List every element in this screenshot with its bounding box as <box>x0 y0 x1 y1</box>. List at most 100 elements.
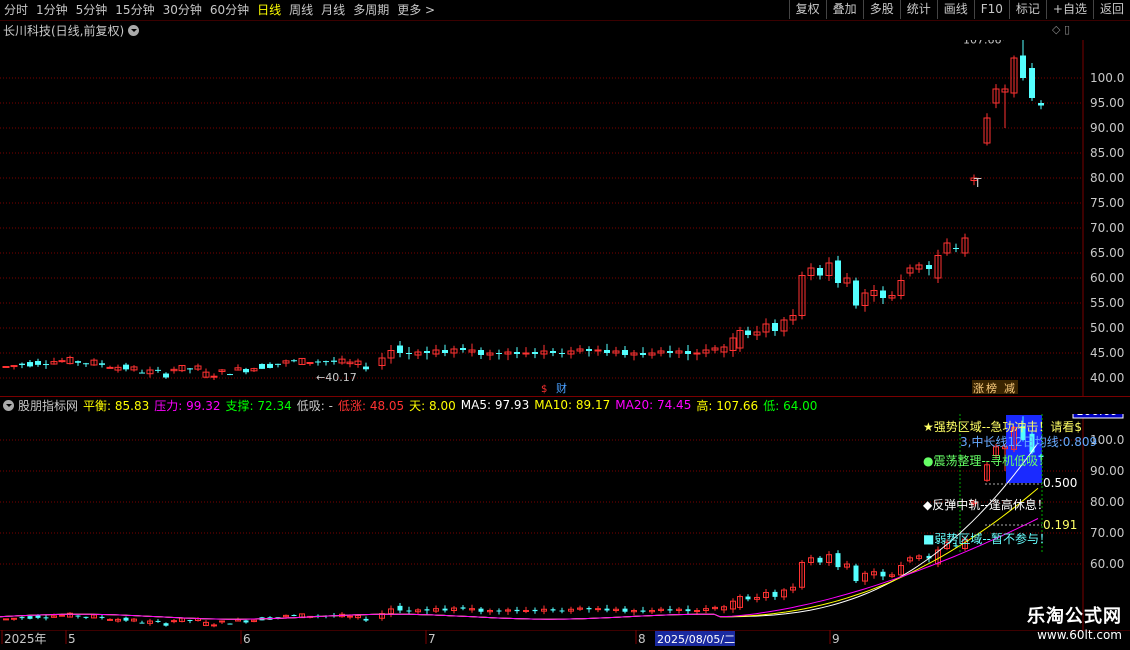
price-axis-label: 80.00 <box>1090 171 1124 185</box>
candle-body <box>19 363 25 366</box>
candle-body <box>243 620 249 623</box>
price-axis-label: 65.00 <box>1090 246 1124 260</box>
candle-body <box>559 610 565 612</box>
period-tab[interactable]: 更多 > <box>393 0 439 20</box>
candle-body <box>187 620 193 622</box>
finance-event-mark: 财 <box>556 381 567 395</box>
candle-body <box>772 591 778 597</box>
ma20-line <box>0 518 1039 620</box>
candle-body <box>604 350 610 353</box>
candle-body <box>640 610 646 612</box>
candle-body <box>745 596 751 600</box>
date-axis: 2025年 5 6 7 8 2025/08/05/二 9 <box>0 630 1130 646</box>
candle-body <box>291 614 297 616</box>
min-price-label: ←40.17 <box>316 371 357 384</box>
tool-button[interactable]: 统计 <box>899 0 937 19</box>
chevron-down-icon[interactable] <box>128 24 140 36</box>
pingheng-value: 平衡: 85.83 <box>83 398 150 413</box>
event-mark: $ <box>541 384 547 395</box>
candle-body <box>817 268 823 276</box>
period-tab[interactable]: 30分钟 <box>159 0 206 20</box>
candle-body <box>550 609 556 611</box>
candle-body <box>106 366 114 369</box>
candle-body <box>363 366 369 370</box>
candle-body <box>586 349 592 351</box>
period-tab[interactable]: 15分钟 <box>111 0 158 20</box>
candle-body <box>953 248 959 249</box>
candle-body <box>745 330 751 335</box>
ma5-value: MA5: 97.93 <box>460 398 530 412</box>
tool-button[interactable]: 多股 <box>862 0 900 19</box>
candle-body <box>667 609 673 611</box>
candle-body <box>59 614 65 617</box>
ma10-line <box>0 487 1039 620</box>
chevron-down-icon[interactable] <box>3 399 14 411</box>
tool-button[interactable]: 返回 <box>1092 0 1130 19</box>
tool-button[interactable]: 画线 <box>936 0 974 19</box>
candle-body <box>163 623 169 626</box>
candle-body <box>163 373 169 378</box>
period-tab[interactable]: 60分钟 <box>206 0 253 20</box>
indicator-name: 股朋指标网 <box>18 398 79 413</box>
candle-body <box>622 608 628 612</box>
period-tabs: 分时 1分钟 5分钟 15分钟 30分钟 60分钟 日线 周线 月线 多周期 更多 > <box>0 0 439 20</box>
indicator-axis-label: 70.00 <box>1090 526 1124 540</box>
tool-button[interactable]: 复权 <box>788 0 826 19</box>
tool-button[interactable]: F10 <box>973 0 1009 19</box>
candle-body <box>853 565 859 582</box>
window-icons[interactable]: ◇ ▯ <box>1052 23 1070 36</box>
candle-body <box>1038 103 1044 106</box>
tool-button[interactable]: 标记 <box>1008 0 1046 19</box>
candle-body <box>83 616 89 618</box>
period-tab[interactable]: 1分钟 <box>32 0 72 20</box>
candle-body <box>622 350 628 355</box>
candle-body <box>27 616 33 619</box>
marker-t: T <box>973 176 982 190</box>
candle-body <box>306 362 314 365</box>
list-event-mark: 榜 <box>986 381 997 395</box>
period-tab[interactable]: 月线 <box>317 0 349 20</box>
price-axis-label: 75.00 <box>1090 196 1124 210</box>
ma-line-label: 3,中长线12日均线:0.809 <box>960 434 1097 449</box>
watermark: 乐淘公式网 www.60lt.com <box>1027 602 1122 642</box>
candle-body <box>532 609 538 612</box>
candle-body <box>35 615 41 618</box>
candle-body <box>595 608 601 611</box>
price-axis-label: 85.00 <box>1090 146 1124 160</box>
candle-body <box>58 360 66 363</box>
month-label: 7 <box>428 632 436 646</box>
candle-body <box>514 609 520 612</box>
candle-body <box>227 374 233 376</box>
ma5-line <box>0 442 1039 620</box>
candle-body <box>667 351 673 353</box>
candle-body <box>259 363 265 369</box>
period-tab[interactable]: 周线 <box>285 0 317 20</box>
candle-body <box>347 615 353 618</box>
gao-value: 高: 107.66 <box>696 398 759 413</box>
price-axis-label: 100.0 <box>1090 71 1124 85</box>
candle-body <box>139 372 145 374</box>
candle-body <box>397 605 403 611</box>
period-tab[interactable]: 5分钟 <box>72 0 112 20</box>
period-tab[interactable]: 多周期 <box>349 0 393 20</box>
month-label: 5 <box>68 632 76 646</box>
tool-button[interactable]: +自选 <box>1045 0 1093 19</box>
period-tab[interactable]: 日线 <box>253 0 285 20</box>
tool-button[interactable]: 叠加 <box>825 0 863 19</box>
candle-body <box>10 365 18 368</box>
candle-body <box>19 617 25 619</box>
ma10-value: MA10: 89.17 <box>534 398 611 412</box>
candle-body <box>523 610 529 612</box>
period-tab[interactable]: 分时 <box>0 0 32 20</box>
period-toolbar: 分时 1分钟 5分钟 15分钟 30分钟 60分钟 日线 周线 月线 多周期 更多 > 复权 叠加 多股… <box>0 0 1130 21</box>
watermark-title: 乐淘公式网 <box>1027 606 1122 627</box>
candle-body <box>83 363 89 365</box>
candle-body <box>1029 68 1035 98</box>
candle-body <box>107 618 113 621</box>
price-axis-label: 40.00 <box>1090 371 1124 385</box>
candle-body <box>75 361 81 363</box>
indicator-chart[interactable]: 100.090.0080.0070.0060.00106.69★强势区域--急功… <box>0 414 1130 630</box>
candle-body <box>243 368 249 373</box>
main-candlestick-chart[interactable]: 100.0 95.00 90.00 85.00 80.00 75.00 70.00 65.00… <box>0 40 1130 396</box>
candle-body <box>460 607 466 609</box>
